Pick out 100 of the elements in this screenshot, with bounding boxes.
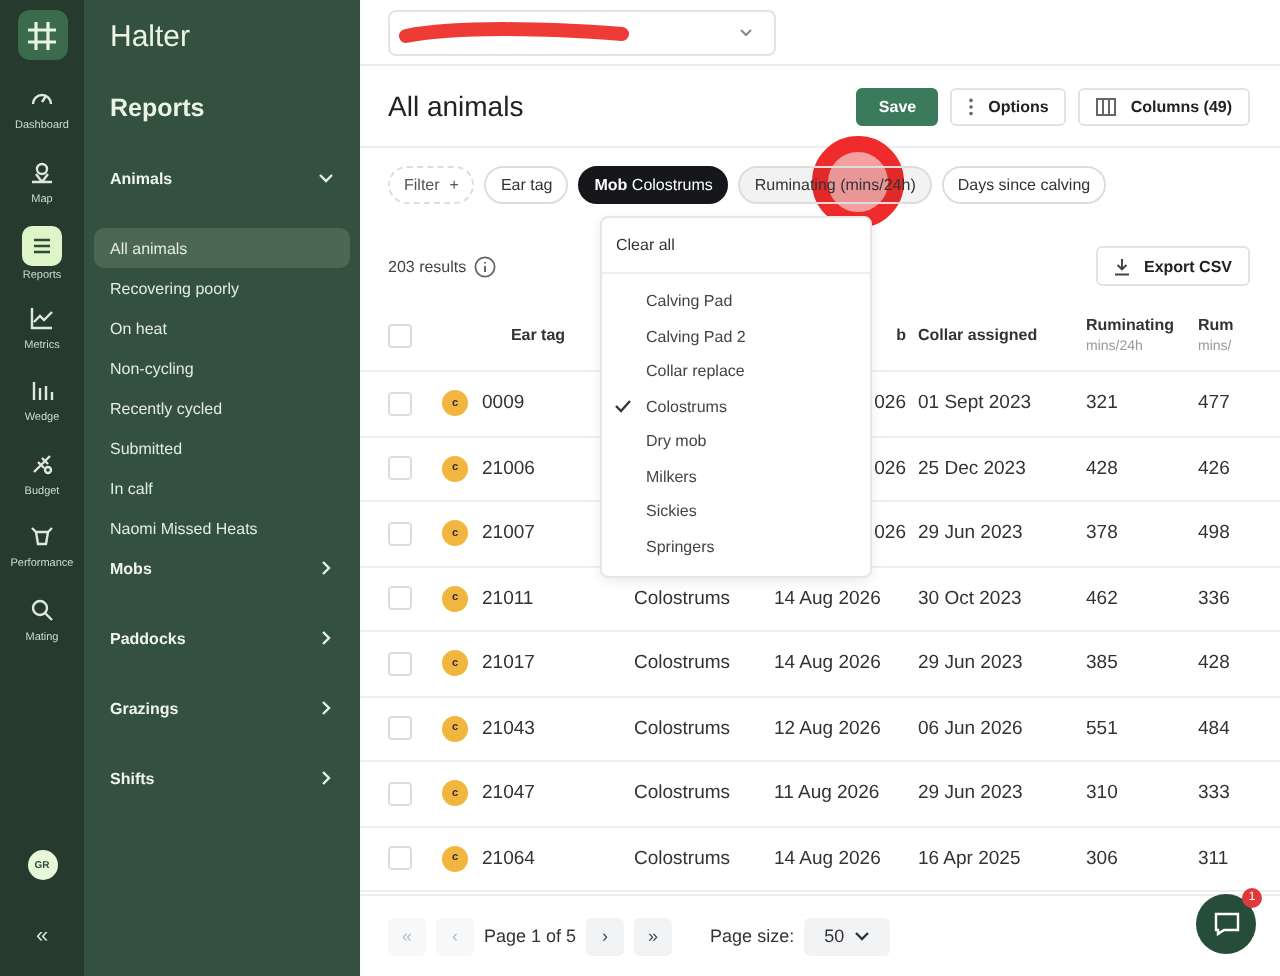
options-button[interactable]: Options	[950, 87, 1067, 125]
menu-item[interactable]: Sickies	[602, 494, 870, 529]
table-cell: 333	[1198, 782, 1230, 805]
brand-name: Halter	[108, 20, 193, 54]
chat-icon	[1213, 912, 1239, 936]
table-cell: 14 Aug 2026	[774, 587, 881, 610]
table-cell: Colostrums	[634, 587, 731, 610]
menu-item[interactable]: Colostrums	[602, 389, 870, 424]
nav-item[interactable]: Submitted	[94, 428, 350, 468]
table-cell: 306	[1086, 847, 1118, 870]
menu-item[interactable]: Calving Pad	[602, 284, 870, 319]
nav-item[interactable]: Recovering poorly	[94, 268, 350, 308]
columns-button[interactable]: Columns (49)	[1078, 87, 1250, 125]
table-cell: Colostrums	[634, 782, 731, 805]
nav-item[interactable]: Naomi Missed Heats	[94, 508, 350, 548]
nav-item[interactable]: All animals	[94, 228, 350, 268]
nav-item[interactable]: Non-cycling	[94, 348, 350, 388]
logo-icon[interactable]	[17, 10, 67, 60]
download-icon	[1113, 257, 1130, 275]
table-cell: 21064	[482, 847, 535, 870]
table-cell: 0009	[482, 392, 525, 415]
row-checkbox[interactable]	[388, 781, 412, 806]
column-header: Ear tag	[510, 326, 566, 344]
menu-icon[interactable]	[22, 226, 62, 266]
menu-item[interactable]: Milkers	[602, 459, 870, 494]
collapse-button[interactable]: «	[35, 924, 49, 948]
page-title: All animals	[388, 90, 526, 122]
table-cell: 026	[874, 392, 906, 415]
filter-chip[interactable]: Ear tag	[484, 166, 569, 204]
row-checkbox[interactable]	[388, 391, 412, 416]
page-size-select[interactable]: 50	[804, 917, 891, 955]
table-cell: 21017	[482, 652, 535, 675]
menu-item[interactable]: Collar replace	[602, 354, 870, 389]
nav-title: Reports	[108, 94, 207, 122]
row-checkbox[interactable]	[388, 521, 412, 546]
table-cell: 321	[1086, 392, 1118, 415]
results-count: 203 results	[388, 257, 467, 275]
table-cell: 14 Aug 2026	[774, 652, 881, 675]
table-cell: 498	[1198, 522, 1230, 545]
farm-dropdown[interactable]	[388, 9, 776, 55]
table-cell: 426	[1198, 457, 1230, 480]
next-page-button[interactable]: ›	[586, 917, 625, 955]
filter-button[interactable]: Filter +	[388, 166, 475, 204]
chevron-icon	[318, 630, 334, 646]
column-header: Rum	[1198, 316, 1236, 334]
table-cell: 385	[1086, 652, 1118, 675]
table-cell: Colostrums	[634, 847, 731, 870]
filter-chip[interactable]: Mob Colostrums	[578, 166, 729, 204]
last-page-button[interactable]: »	[634, 917, 673, 955]
table-cell: 462	[1086, 587, 1118, 610]
chevron-icon	[318, 170, 334, 186]
table-cell: 14 Aug 2026	[774, 847, 881, 870]
columns-icon	[1096, 97, 1117, 115]
export-button[interactable]: Export CSV	[1095, 246, 1250, 286]
table-cell: 310	[1086, 782, 1118, 805]
table-cell: 336	[1198, 587, 1230, 610]
table-cell: 477	[1198, 392, 1230, 415]
menu-item[interactable]: Dry mob	[602, 424, 870, 459]
table-cell: 21011	[482, 587, 534, 610]
table-cell: 484	[1198, 717, 1230, 740]
table-cell: 01 Sept 2023	[918, 392, 1032, 415]
table-cell: 25 Dec 2023	[918, 457, 1026, 480]
table-cell: 311	[1198, 847, 1229, 870]
chevron-icon	[854, 930, 871, 942]
nav-section[interactable]: Shifts	[94, 758, 350, 798]
table-cell: 21047	[482, 782, 535, 805]
table-cell: 06 Jun 2026	[918, 717, 1023, 740]
table-cell: 29 Jun 2023	[918, 652, 1023, 675]
column-header: Ruminating	[1086, 316, 1176, 334]
info-icon	[474, 255, 497, 277]
chevron-icon	[318, 560, 334, 576]
nav-item[interactable]: Recently cycled	[94, 388, 350, 428]
column-header: Collar assigned	[918, 326, 1040, 344]
nav-section[interactable]: Mobs	[94, 548, 350, 588]
row-checkbox[interactable]	[388, 846, 412, 871]
table-cell: Colostrums	[634, 652, 731, 675]
nav-item[interactable]: In calf	[94, 468, 350, 508]
table-cell: 428	[1198, 652, 1230, 675]
page-size-label: Page size:	[710, 926, 795, 946]
row-checkbox[interactable]	[388, 586, 412, 611]
table-cell: 29 Jun 2023	[918, 782, 1023, 805]
page-indicator: Page 1 of 5	[484, 926, 577, 946]
table-cell: 21043	[482, 717, 535, 740]
chevron-icon	[738, 24, 754, 40]
menu-item[interactable]: Springers	[602, 529, 870, 564]
nav-item[interactable]: On heat	[94, 308, 350, 348]
save-button[interactable]: Save	[856, 87, 939, 125]
nav-section[interactable]: Paddocks	[94, 618, 350, 658]
filter-chip[interactable]: Days since calving	[941, 166, 1107, 204]
table-cell: 551	[1086, 717, 1118, 740]
clear-all-button[interactable]: Clear all	[602, 218, 870, 274]
nav-section[interactable]: Grazings	[94, 688, 350, 728]
row-checkbox[interactable]	[388, 651, 412, 676]
row-checkbox[interactable]	[388, 716, 412, 741]
menu-item[interactable]: Calving Pad 2	[602, 319, 870, 354]
row-checkbox[interactable]	[388, 456, 412, 481]
table-cell: 29 Jun 2023	[918, 522, 1023, 545]
table-cell: 30 Oct 2023	[918, 587, 1022, 610]
select-all-checkbox[interactable]	[388, 323, 412, 347]
nav-section[interactable]: Animals	[94, 158, 350, 198]
